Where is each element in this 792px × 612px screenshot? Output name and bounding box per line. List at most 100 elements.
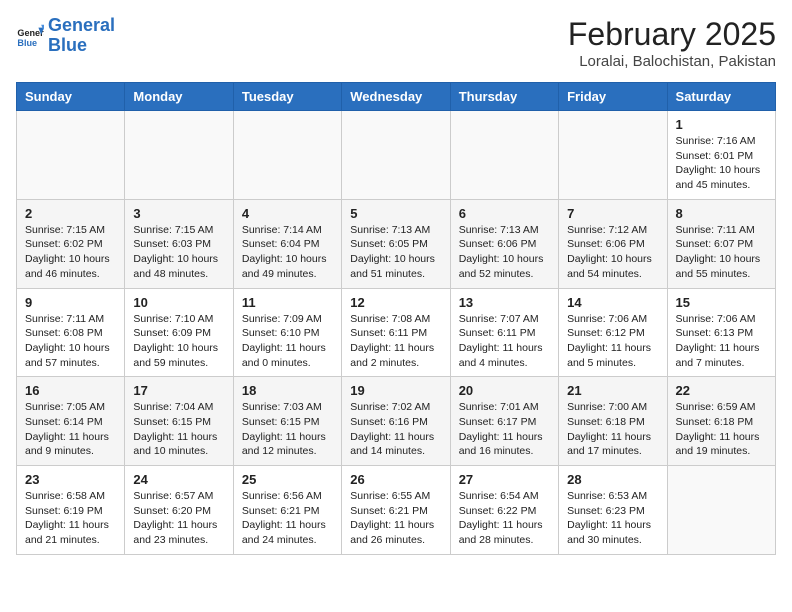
calendar-cell: 26Sunrise: 6:55 AMSunset: 6:21 PMDayligh… <box>342 466 450 555</box>
day-info: Sunrise: 6:53 AMSunset: 6:23 PMDaylight:… <box>567 489 658 548</box>
calendar-cell: 10Sunrise: 7:10 AMSunset: 6:09 PMDayligh… <box>125 288 233 377</box>
day-info: Sunrise: 7:14 AMSunset: 6:04 PMDaylight:… <box>242 223 333 282</box>
day-number: 10 <box>133 295 224 310</box>
day-info: Sunrise: 7:15 AMSunset: 6:02 PMDaylight:… <box>25 223 116 282</box>
day-info: Sunrise: 6:54 AMSunset: 6:22 PMDaylight:… <box>459 489 550 548</box>
day-number: 5 <box>350 206 441 221</box>
calendar-title: February 2025 <box>568 16 776 53</box>
day-number: 19 <box>350 383 441 398</box>
calendar-table: SundayMondayTuesdayWednesdayThursdayFrid… <box>16 82 776 555</box>
calendar-cell: 23 Sunrise: 6:58 AMSunset: 6:19 PMDayligh… <box>17 466 125 555</box>
day-number: 3 <box>133 206 224 221</box>
weekday-header-tuesday: Tuesday <box>233 83 341 111</box>
day-number: 15 <box>676 295 767 310</box>
day-info: Sunrise: 6:57 AMSunset: 6:20 PMDaylight:… <box>133 489 224 548</box>
calendar-cell: 1Sunrise: 7:16 AMSunset: 6:01 PMDaylight… <box>667 111 775 200</box>
day-number: 26 <box>350 472 441 487</box>
weekday-header-friday: Friday <box>559 83 667 111</box>
day-number: 28 <box>567 472 658 487</box>
calendar-cell: 8 Sunrise: 7:11 AMSunset: 6:07 PMDaylight… <box>667 199 775 288</box>
calendar-cell: 13 Sunrise: 7:07 AMSunset: 6:11 PMDayligh… <box>450 288 558 377</box>
day-info: Sunrise: 7:13 AMSunset: 6:06 PMDaylight:… <box>459 223 550 282</box>
day-info: Sunrise: 7:06 AMSunset: 6:12 PMDaylight:… <box>567 312 658 371</box>
logo-text-line1: General <box>48 16 115 36</box>
calendar-cell: 27Sunrise: 6:54 AMSunset: 6:22 PMDayligh… <box>450 466 558 555</box>
day-number: 14 <box>567 295 658 310</box>
day-number: 13 <box>459 295 550 310</box>
day-number: 17 <box>133 383 224 398</box>
day-info: Sunrise: 7:02 AMSunset: 6:16 PMDaylight:… <box>350 400 441 459</box>
day-number: 23 <box>25 472 116 487</box>
calendar-week-5: 23 Sunrise: 6:58 AMSunset: 6:19 PMDayligh… <box>17 466 776 555</box>
day-number: 21 <box>567 383 658 398</box>
weekday-header-saturday: Saturday <box>667 83 775 111</box>
day-number: 24 <box>133 472 224 487</box>
svg-text:Blue: Blue <box>17 38 37 48</box>
day-info: Sunrise: 6:58 AMSunset: 6:19 PMDaylight:… <box>25 489 116 548</box>
calendar-cell: 28 Sunrise: 6:53 AMSunset: 6:23 PMDayligh… <box>559 466 667 555</box>
calendar-cell: 12Sunrise: 7:08 AMSunset: 6:11 PMDayligh… <box>342 288 450 377</box>
page-header: General Blue General Blue February 2025 … <box>16 16 776 70</box>
calendar-cell <box>559 111 667 200</box>
calendar-cell: 19 Sunrise: 7:02 AMSunset: 6:16 PMDayligh… <box>342 377 450 466</box>
day-number: 4 <box>242 206 333 221</box>
calendar-cell: 17 Sunrise: 7:04 AMSunset: 6:15 PMDayligh… <box>125 377 233 466</box>
calendar-cell: 11 Sunrise: 7:09 AMSunset: 6:10 PMDayligh… <box>233 288 341 377</box>
day-number: 11 <box>242 295 333 310</box>
logo-text-line2: Blue <box>48 36 115 56</box>
day-number: 25 <box>242 472 333 487</box>
weekday-header-sunday: Sunday <box>17 83 125 111</box>
calendar-subtitle: Loralai, Balochistan, Pakistan <box>568 53 776 70</box>
day-info: Sunrise: 7:11 AMSunset: 6:07 PMDaylight:… <box>676 223 767 282</box>
calendar-cell <box>450 111 558 200</box>
day-info: Sunrise: 7:07 AMSunset: 6:11 PMDaylight:… <box>459 312 550 371</box>
title-block: February 2025 Loralai, Balochistan, Paki… <box>568 16 776 70</box>
calendar-cell <box>233 111 341 200</box>
day-info: Sunrise: 7:11 AMSunset: 6:08 PMDaylight:… <box>25 312 116 371</box>
calendar-cell: 7Sunrise: 7:12 AMSunset: 6:06 PMDaylight… <box>559 199 667 288</box>
calendar-week-4: 16Sunrise: 7:05 AMSunset: 6:14 PMDayligh… <box>17 377 776 466</box>
day-number: 6 <box>459 206 550 221</box>
day-number: 2 <box>25 206 116 221</box>
calendar-cell <box>342 111 450 200</box>
calendar-cell: 18 Sunrise: 7:03 AMSunset: 6:15 PMDayligh… <box>233 377 341 466</box>
calendar-cell: 21 Sunrise: 7:00 AMSunset: 6:18 PMDayligh… <box>559 377 667 466</box>
calendar-cell: 4 Sunrise: 7:14 AMSunset: 6:04 PMDaylight… <box>233 199 341 288</box>
day-number: 18 <box>242 383 333 398</box>
calendar-week-2: 2 Sunrise: 7:15 AMSunset: 6:02 PMDaylight… <box>17 199 776 288</box>
day-info: Sunrise: 7:01 AMSunset: 6:17 PMDaylight:… <box>459 400 550 459</box>
calendar-week-3: 9 Sunrise: 7:11 AMSunset: 6:08 PMDaylight… <box>17 288 776 377</box>
day-number: 9 <box>25 295 116 310</box>
weekday-header-wednesday: Wednesday <box>342 83 450 111</box>
day-info: Sunrise: 7:03 AMSunset: 6:15 PMDaylight:… <box>242 400 333 459</box>
calendar-cell: 24 Sunrise: 6:57 AMSunset: 6:20 PMDayligh… <box>125 466 233 555</box>
calendar-cell: 5 Sunrise: 7:13 AMSunset: 6:05 PMDaylight… <box>342 199 450 288</box>
calendar-cell: 20Sunrise: 7:01 AMSunset: 6:17 PMDayligh… <box>450 377 558 466</box>
calendar-cell <box>125 111 233 200</box>
calendar-cell <box>667 466 775 555</box>
day-info: Sunrise: 7:06 AMSunset: 6:13 PMDaylight:… <box>676 312 767 371</box>
day-info: Sunrise: 7:09 AMSunset: 6:10 PMDaylight:… <box>242 312 333 371</box>
day-info: Sunrise: 7:05 AMSunset: 6:14 PMDaylight:… <box>25 400 116 459</box>
calendar-week-1: 1Sunrise: 7:16 AMSunset: 6:01 PMDaylight… <box>17 111 776 200</box>
calendar-cell: 22Sunrise: 6:59 AMSunset: 6:18 PMDayligh… <box>667 377 775 466</box>
day-number: 7 <box>567 206 658 221</box>
day-number: 12 <box>350 295 441 310</box>
day-info: Sunrise: 7:00 AMSunset: 6:18 PMDaylight:… <box>567 400 658 459</box>
calendar-cell <box>17 111 125 200</box>
calendar-cell: 9 Sunrise: 7:11 AMSunset: 6:08 PMDaylight… <box>17 288 125 377</box>
day-info: Sunrise: 7:16 AMSunset: 6:01 PMDaylight:… <box>676 134 767 193</box>
calendar-cell: 16Sunrise: 7:05 AMSunset: 6:14 PMDayligh… <box>17 377 125 466</box>
logo: General Blue General Blue <box>16 16 115 56</box>
calendar-cell: 14 Sunrise: 7:06 AMSunset: 6:12 PMDayligh… <box>559 288 667 377</box>
weekday-header-row: SundayMondayTuesdayWednesdayThursdayFrid… <box>17 83 776 111</box>
day-info: Sunrise: 6:56 AMSunset: 6:21 PMDaylight:… <box>242 489 333 548</box>
day-info: Sunrise: 6:59 AMSunset: 6:18 PMDaylight:… <box>676 400 767 459</box>
day-info: Sunrise: 7:04 AMSunset: 6:15 PMDaylight:… <box>133 400 224 459</box>
day-info: Sunrise: 7:15 AMSunset: 6:03 PMDaylight:… <box>133 223 224 282</box>
logo-icon: General Blue <box>16 22 44 50</box>
calendar-cell: 6 Sunrise: 7:13 AMSunset: 6:06 PMDaylight… <box>450 199 558 288</box>
day-number: 8 <box>676 206 767 221</box>
day-info: Sunrise: 7:13 AMSunset: 6:05 PMDaylight:… <box>350 223 441 282</box>
calendar-cell: 15 Sunrise: 7:06 AMSunset: 6:13 PMDayligh… <box>667 288 775 377</box>
